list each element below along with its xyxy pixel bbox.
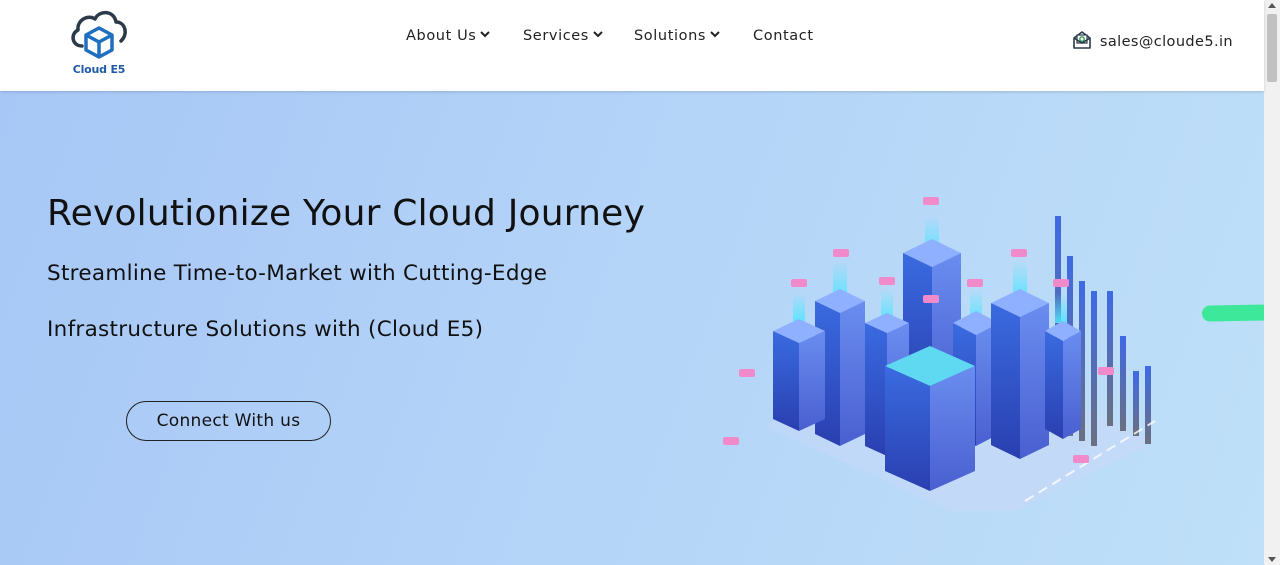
nav-item-contact[interactable]: Contact [753,28,814,44]
site-header: Cloud E5 About Us Services Solutions Con… [0,0,1264,91]
chevron-down-icon [710,31,720,38]
nav-label: Contact [753,28,814,44]
chevron-down-icon [593,31,603,38]
nav-item-about-us[interactable]: About Us [406,28,491,44]
scroll-down-arrow-icon[interactable] [1268,557,1276,562]
hero-title: Revolutionize Your Cloud Journey [47,193,646,234]
scrollbar-thumb[interactable] [1267,14,1277,82]
email-text: sales@cloude5.in [1099,34,1233,50]
isometric-cloud-city-illustration [723,197,1156,511]
connect-with-us-button[interactable]: Connect With us [126,401,331,441]
email-link[interactable]: sales@cloude5.in [1072,30,1233,50]
nav-item-solutions[interactable]: Solutions [634,28,721,44]
scroll-up-arrow-icon[interactable] [1268,3,1276,8]
green-highlight-mark [1201,304,1264,322]
hero-section: Revolutionize Your Cloud Journey Streaml… [0,91,1264,565]
nav-label: Solutions [634,28,707,44]
logo-text: Cloud E5 [72,63,126,76]
mail-icon [1073,31,1091,49]
hero-subtitle-line2: Infrastructure Solutions with (Cloud E5) [47,317,484,342]
vertical-scrollbar[interactable] [1264,0,1280,565]
nav-label: Services [523,28,589,44]
nav-item-services[interactable]: Services [523,28,604,44]
chevron-down-icon [480,31,491,38]
nav-label: About Us [406,28,477,44]
hero-subtitle-line1: Streamline Time-to-Market with Cutting-E… [47,261,548,286]
logo[interactable]: Cloud E5 [68,8,130,83]
cloud-cube-logo-icon [71,10,127,59]
